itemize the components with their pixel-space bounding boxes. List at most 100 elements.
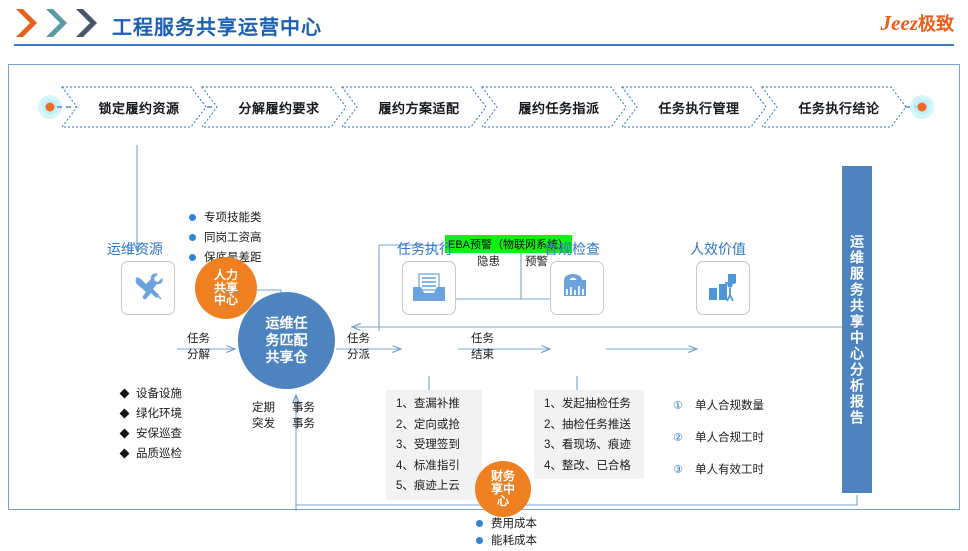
affairs-right-1: 事务 <box>292 417 315 430</box>
list-item: 绿化环境 <box>119 405 182 421</box>
flow-step-6-label: 任务执行结论 <box>798 100 880 116</box>
diagram-page: 工程服务共享运营中心 Jeez极致 锁定履约资源 分解履约要求 履约方案适配 履… <box>0 0 968 551</box>
hr-line-2: 中心 <box>213 293 238 308</box>
wire-bottom-return <box>296 495 858 506</box>
list-item: 3、看现场、痕迹 <box>544 439 631 451</box>
metric-label-0: 单人合规数量 <box>695 400 764 412</box>
task-pool-label: 运维任 务匹配 共享仓 <box>266 315 308 365</box>
ops-resource-label: 运维资源 <box>107 241 163 257</box>
list-item: 能耗成本 <box>476 532 537 548</box>
metric-num-1: ② <box>673 431 683 444</box>
task-pool-circle[interactable]: 运维任 务匹配 共享仓 <box>238 292 335 389</box>
task-decompose-0: 任务 <box>187 333 210 345</box>
chevron-accent-1 <box>16 9 37 37</box>
hr-share-center-label: 人力 共享 中心 <box>214 269 238 307</box>
list-item: ① 单人合规数量 <box>673 397 764 413</box>
bullet-diamond-icon <box>119 428 130 438</box>
fin-line-2: 心 <box>496 494 509 509</box>
list-item: 专项技能类 <box>189 209 262 225</box>
bullet-dot-icon <box>476 519 483 527</box>
resource-scope-0: 设备设施 <box>136 388 182 400</box>
list-item: 4、标准指引 <box>396 459 460 472</box>
task-decompose-1: 分解 <box>187 348 210 361</box>
ops-resource-node[interactable] <box>121 261 175 315</box>
resource-scope-2: 安保巡查 <box>136 428 182 440</box>
hr-trait-1: 同岗工资高 <box>204 232 262 244</box>
brand-cn: 极致 <box>918 14 954 34</box>
metric-num-0: ① <box>673 399 683 412</box>
affairs-right-0: 事务 <box>292 402 315 414</box>
fin-line-0: 财务 <box>490 469 515 484</box>
chevron-accent-2 <box>46 9 67 37</box>
list-item: 费用成本 <box>476 515 537 531</box>
flow-step-1-label: 锁定履约资源 <box>98 100 180 116</box>
execution-steps-box: 1、查漏补推 2、定向或抢 3、受理签到 4、标准指引 5、痕迹上云 <box>386 390 482 500</box>
task-dispatch-0: 任务 <box>347 333 370 345</box>
hazard-label: 隐患 <box>477 256 500 268</box>
affairs-left-1: 突发 <box>252 417 275 430</box>
flow-step-4[interactable]: 履约任务指派 <box>481 86 627 128</box>
bullet-dot-icon <box>189 253 196 261</box>
process-flow-strip: 锁定履约资源 分解履约要求 履约方案适配 履约任务指派 任务执行管理 任务执行结… <box>9 86 961 132</box>
compliance-check-label: 合规检查 <box>544 241 600 257</box>
resource-scope-1: 绿化环境 <box>136 408 182 420</box>
cost-item-0: 费用成本 <box>491 518 537 530</box>
flow-step-3-label: 履约方案适配 <box>378 100 460 116</box>
flow-step-5-label: 任务执行管理 <box>658 100 740 116</box>
analysis-report-bar[interactable]: 运维服务共享中心分析报告 <box>842 166 872 493</box>
list-item: 3、受理签到 <box>396 439 460 451</box>
flow-end-dot-icon <box>910 95 934 119</box>
page-header: 工程服务共享运营中心 Jeez极致 <box>0 0 968 47</box>
task-finish-1: 结束 <box>471 348 494 361</box>
metric-label-2: 单人有效工时 <box>695 464 764 476</box>
affairs-right-label: 事务 事务 <box>292 401 315 432</box>
diagram-canvas: 锁定履约资源 分解履约要求 履约方案适配 履约任务指派 任务执行管理 任务执行结… <box>8 64 961 547</box>
bullet-diamond-icon <box>119 388 130 398</box>
efficiency-value-node[interactable] <box>696 261 750 315</box>
flow-step-2[interactable]: 分解履约要求 <box>201 86 347 128</box>
flow-step-5[interactable]: 任务执行管理 <box>621 86 767 128</box>
list-item: ② 单人合规工时 <box>673 429 764 445</box>
finance-share-center-label: 财务 享中 心 <box>491 470 515 508</box>
flow-step-3[interactable]: 履约方案适配 <box>341 86 487 128</box>
task-decompose-label: 任务 分解 <box>187 332 210 363</box>
task-finish-0: 任务 <box>471 333 494 345</box>
list-item: 设备设施 <box>119 385 182 401</box>
pool-line-2: 共享仓 <box>265 348 308 365</box>
pool-line-0: 运维任 <box>265 315 308 332</box>
affairs-left-label: 定期 突发 <box>252 401 275 432</box>
bar-chart-person-icon <box>709 274 736 302</box>
cost-item-1: 能耗成本 <box>491 535 537 547</box>
list-item: 品质巡检 <box>119 445 182 461</box>
task-execution-label: 任务执行 <box>397 241 453 257</box>
list-item: 4、整改、已合格 <box>544 459 631 472</box>
flow-step-1[interactable]: 锁定履约资源 <box>61 86 207 128</box>
bullet-dot-icon <box>476 536 483 544</box>
list-item: 1、发起抽检任务 <box>544 398 631 410</box>
resource-scope-list: 设备设施 绿化环境 安保巡查 品质巡检 <box>119 385 182 465</box>
page-title: 工程服务共享运营中心 <box>112 17 322 39</box>
metrics-list: ① 单人合规数量 ② 单人合规工时 ③ 单人有效工时 <box>673 397 764 493</box>
list-item: 安保巡查 <box>119 425 182 441</box>
task-dispatch-1: 分派 <box>347 348 370 361</box>
compliance-check-node[interactable] <box>550 261 604 315</box>
flow-step-6[interactable]: 任务执行结论 <box>761 86 907 128</box>
bullet-dot-icon <box>189 213 196 221</box>
list-item: 2、抽检任务推送 <box>544 418 631 431</box>
metric-label-1: 单人合规工时 <box>695 432 764 444</box>
finance-share-center-circle[interactable]: 财务 享中 心 <box>475 461 531 517</box>
list-item: 5、痕迹上云 <box>396 480 460 492</box>
hr-trait-0: 专项技能类 <box>204 212 262 224</box>
resource-scope-3: 品质巡检 <box>136 448 182 460</box>
task-finish-label: 任务 结束 <box>471 332 494 363</box>
list-item: 2、定向或抢 <box>396 418 460 431</box>
flow-step-2-label: 分解履约要求 <box>238 100 320 116</box>
list-item: 1、查漏补推 <box>396 398 460 410</box>
brand-logo: Jeez极致 <box>881 10 954 36</box>
affairs-left-0: 定期 <box>252 402 275 414</box>
metric-num-2: ③ <box>673 463 683 476</box>
scanner-icon <box>564 274 586 296</box>
task-execution-node[interactable] <box>402 261 456 315</box>
inbox-tray-icon <box>413 273 445 301</box>
bullet-diamond-icon <box>119 408 130 418</box>
